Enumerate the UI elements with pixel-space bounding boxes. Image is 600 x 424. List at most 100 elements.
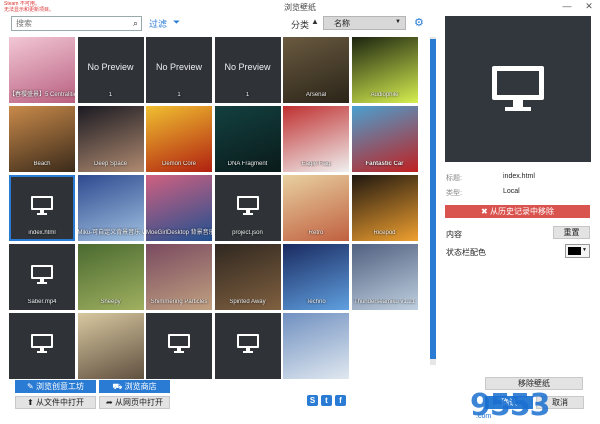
no-preview-text: No Preview [155,62,202,72]
wallpaper-tile-label: Beach [33,161,51,167]
open-from-file-button[interactable]: ⬆ 从文件中打开 [15,396,96,409]
wallpaper-preview [445,16,591,162]
wallpaper-tile[interactable]: Techno [283,244,349,310]
wallpaper-tile[interactable]: Thunderseamiku v1.21 [351,244,418,310]
wallpaper-tile-label: Miku-可自定义背景音乐 v1.22 [77,230,144,236]
wallpaper-tile-label: Deep Space [93,161,128,167]
wallpaper-tile[interactable]: Saber.mp4 [9,244,75,310]
wallpaper-tile[interactable] [283,313,349,379]
title-bar: Steam 不可用。 无法显示和更新项目。 浏览壁纸 — ✕ [0,0,600,14]
color-swatch [568,247,581,255]
wallpaper-tile-label: index.html [28,230,56,236]
steam-icon[interactable]: S [307,395,318,406]
reset-button[interactable]: 重置 [553,226,590,239]
wallpaper-tile[interactable] [214,313,281,379]
wallpaper-tile-label: Demon Core [161,161,196,167]
wallpaper-tile-label: Eagle Flag [301,161,331,167]
social-links: S t f [307,395,346,406]
browse-workshop-button[interactable]: ✎ 浏览创意工坊 [15,380,96,393]
wallpaper-tile[interactable]: project.json [214,175,281,241]
wallpaper-tile[interactable]: Beach [9,106,75,172]
cart-icon: ⛟ [112,382,125,391]
title-value: index.html [503,173,535,180]
wallpaper-tile[interactable]: Miku-可自定义背景音乐 v1.22 [77,175,144,241]
type-label: 类型: [446,190,462,197]
no-preview-text: No Preview [224,62,271,72]
wallpaper-tile-label: Audiophile [370,92,399,98]
monitor-icon [492,66,544,111]
wallpaper-tile[interactable]: index.html [9,175,75,241]
monitor-icon [30,193,54,217]
open-from-web-button[interactable]: ➦ 从网页中打开 [99,396,170,409]
wallpaper-tile[interactable]: No Preview 1 [77,37,144,103]
wallpaper-tile-label: Fantastic Car [365,161,404,167]
wallpaper-tile[interactable]: No Preview 1 [146,37,212,103]
wallpaper-tile-label: Thunderseamiku v1.21 [353,299,416,305]
wallpaper-tile[interactable]: Fantastic Car [351,106,418,172]
wallpaper-tile-label: Saber.mp4 [27,299,57,305]
wallpaper-tile[interactable]: Ricepod [351,175,418,241]
wallpaper-tile[interactable]: MoeGirlDesktop 背景音乐 v1.22 [146,175,212,241]
arrow-icon: ➦ [106,398,115,407]
content-label: 内容 [446,230,462,239]
chevron-down-icon: ▼ [582,247,587,253]
wallpaper-tile-label: MoeGirlDesktop 背景音乐 v1.22 [146,230,212,236]
close-icon: ✖ [481,207,490,216]
remove-history-label: 从历史记录中移除 [489,207,554,216]
filter-label[interactable]: 过滤 [149,17,167,30]
grid-scrollbar[interactable] [430,37,436,365]
wallpaper-tile-label: Spirited Away [229,299,266,305]
search-icon[interactable]: ⌕ [133,18,138,29]
wallpaper-tile-label: 1 [108,92,113,98]
scrollbar-thumb[interactable] [430,39,436,359]
funnel-icon[interactable]: ⏷ [173,17,180,30]
sort-select[interactable]: 名称 ▼ [323,16,406,30]
wallpaper-tile[interactable]: Sheepy [77,244,144,310]
filter-link[interactable]: 过滤 ⏷ [149,17,180,30]
monitor-icon [236,331,260,355]
wallpaper-tile-label: project.json [232,230,263,236]
wallpaper-tile[interactable] [146,313,212,379]
browse-store-button[interactable]: ⛟ 浏览商店 [99,380,170,393]
monitor-icon [236,193,260,217]
twitter-icon[interactable]: t [321,395,332,406]
chevron-down-icon: ▼ [395,19,401,25]
sort-value: 名称 [334,19,350,28]
statusbar-color-picker[interactable]: ▼ [565,244,590,258]
minimize-icon[interactable]: — [560,1,574,12]
facebook-icon[interactable]: f [335,395,346,406]
wallpaper-tile-label: Sheepy [100,299,121,305]
wallpaper-tile[interactable]: Spirited Away [214,244,281,310]
wallpaper-tile[interactable]: Shimmering Particles [146,244,212,310]
close-icon[interactable]: ✕ [582,1,596,12]
wallpaper-tile[interactable]: Arsenal [283,37,349,103]
wallpaper-tile-label: 【春樱盛景】5 Centralities PeriScope [9,92,75,98]
search-box: ⌕ [11,16,142,31]
search-input[interactable] [12,17,122,30]
wallpaper-tile[interactable]: 【春樱盛景】5 Centralities PeriScope [9,37,75,103]
wallpaper-tile[interactable]: Retro [283,175,349,241]
wallpaper-tile-label: Shimmering Particles [150,299,208,305]
wallpaper-tile[interactable]: Eagle Flag [283,106,349,172]
wallpaper-tile[interactable]: Deep Space [77,106,144,172]
open-web-label: 从网页中打开 [114,398,163,407]
gear-icon[interactable]: ⚙ [414,16,424,29]
wallpaper-grid: 【春樱盛景】5 Centralities PeriScopeNo Preview… [9,37,429,379]
wallpaper-tile[interactable] [9,313,75,379]
no-preview-text: No Preview [87,62,134,72]
window-controls: — ✕ [560,1,596,12]
wallpaper-tile[interactable]: DNA Fragment [214,106,281,172]
remove-from-history-button[interactable]: ✖ 从历史记录中移除 [445,205,590,218]
sort-ascending-icon[interactable]: ▲ [311,17,319,26]
wallpaper-tile-label: Arsenal [305,92,327,98]
wallpaper-tile-label: 1 [245,92,250,98]
window-title: 浏览壁纸 [284,3,316,12]
wallpaper-tile-label: 1 [177,92,181,98]
wallpaper-tile[interactable]: Demon Core [146,106,212,172]
wallpaper-tile[interactable]: Audiophile [351,37,418,103]
sort-label: 分类 [291,20,310,30]
wallpaper-tile-label: Ricepod [373,230,396,236]
wallpaper-tile[interactable]: No Preview 1 [214,37,281,103]
monitor-icon [30,262,54,286]
wallpaper-tile[interactable] [77,313,144,379]
